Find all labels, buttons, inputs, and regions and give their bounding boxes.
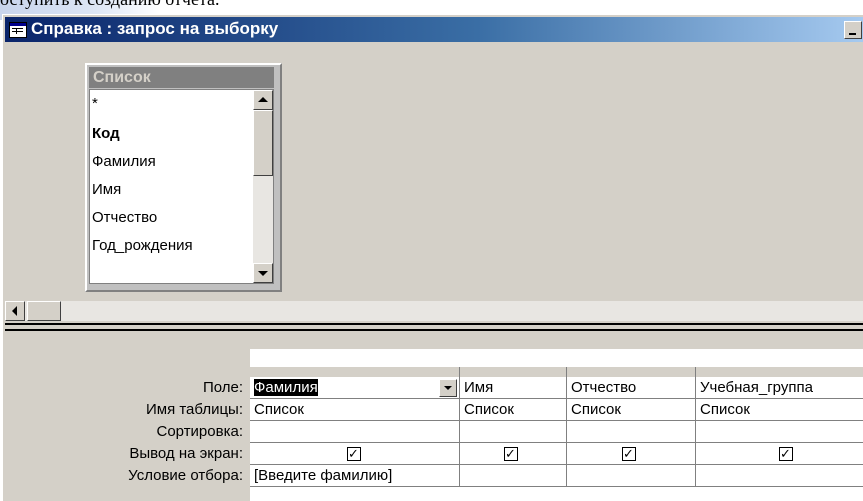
criteria-cell[interactable]: [Введите фамилию]	[250, 465, 460, 487]
sort-cell[interactable]	[250, 421, 460, 443]
show-checkbox[interactable]	[504, 444, 518, 464]
sort-cell[interactable]	[567, 421, 696, 443]
field-list-body: * Код Фамилия Имя Отчество Год_рождения	[89, 89, 274, 284]
criteria-cell[interactable]	[696, 465, 863, 487]
field-item-otchestvo[interactable]: Отчество	[92, 204, 157, 232]
field-cell[interactable]: Имя	[460, 377, 567, 399]
table-cell[interactable]: Список	[696, 399, 863, 421]
show-checkbox[interactable]	[779, 444, 793, 464]
pane-splitter[interactable]	[5, 323, 863, 331]
field-cell[interactable]: Отчество	[567, 377, 696, 399]
table-pane-horizontal-scrollbar[interactable]	[5, 301, 863, 321]
query-design-grid-pane: Поле: Имя таблицы: Сортировка: Вывод на …	[5, 335, 863, 501]
scroll-up-arrow-icon[interactable]	[253, 90, 273, 110]
criteria-cell[interactable]	[460, 465, 567, 487]
field-item-all[interactable]: *	[92, 90, 98, 118]
column-selector[interactable]	[567, 367, 696, 377]
scroll-thumb[interactable]	[253, 110, 273, 176]
field-cell[interactable]: Фамилия	[250, 377, 460, 399]
dropdown-arrow-icon[interactable]	[439, 379, 457, 397]
row-label-sort: Сортировка:	[156, 423, 244, 440]
show-cell	[696, 443, 863, 465]
background-document-text: оступить к созданию отчета.	[0, 0, 220, 10]
table-cell[interactable]: Список	[460, 399, 567, 421]
field-cell-value: Фамилия	[254, 379, 318, 396]
show-checkbox[interactable]	[347, 444, 361, 464]
show-cell	[250, 443, 460, 465]
sort-cell[interactable]	[460, 421, 567, 443]
table-cell[interactable]: Список	[567, 399, 696, 421]
column-selector[interactable]	[696, 367, 863, 377]
field-cell[interactable]: Учебная_группа	[696, 377, 863, 399]
show-cell	[567, 443, 696, 465]
query-design-grid: Фамилия Имя Отчество Учебная_группа Спис…	[250, 349, 863, 501]
row-label-field: Поле:	[202, 379, 243, 396]
show-cell	[460, 443, 567, 465]
row-label-criteria: Условие отбора:	[128, 467, 243, 484]
field-item-familiya[interactable]: Фамилия	[92, 148, 156, 176]
field-item-god-rozhdeniya[interactable]: Год_рождения	[92, 232, 193, 260]
query-window-icon[interactable]	[9, 22, 27, 38]
criteria-cell[interactable]	[567, 465, 696, 487]
table-pane: Список * Код Фамилия Имя Отчество Год_ро…	[5, 42, 863, 300]
row-label-table: Имя таблицы:	[145, 401, 243, 418]
sort-cell[interactable]	[696, 421, 863, 443]
column-selector[interactable]	[460, 367, 567, 377]
horizontal-scroll-thumb[interactable]	[27, 301, 61, 321]
query-window: Справка : запрос на выборку Список * Код…	[2, 14, 863, 501]
field-list-window[interactable]: Список * Код Фамилия Имя Отчество Год_ро…	[85, 63, 282, 292]
table-cell[interactable]: Список	[250, 399, 460, 421]
field-list-scrollbar[interactable]	[253, 90, 273, 283]
scroll-left-arrow-icon[interactable]	[5, 301, 25, 321]
scroll-down-arrow-icon[interactable]	[253, 263, 273, 283]
row-label-show: Вывод на экран:	[129, 445, 243, 462]
title-bar[interactable]: Справка : запрос на выборку	[5, 17, 863, 42]
field-item-kod[interactable]: Код	[92, 120, 120, 148]
show-checkbox[interactable]	[622, 444, 636, 464]
window-title: Справка : запрос на выборку	[31, 19, 279, 38]
column-selector[interactable]	[250, 367, 460, 377]
field-list-title[interactable]: Список	[89, 67, 274, 88]
field-item-imya[interactable]: Имя	[92, 176, 121, 204]
minimize-button[interactable]	[844, 21, 862, 39]
